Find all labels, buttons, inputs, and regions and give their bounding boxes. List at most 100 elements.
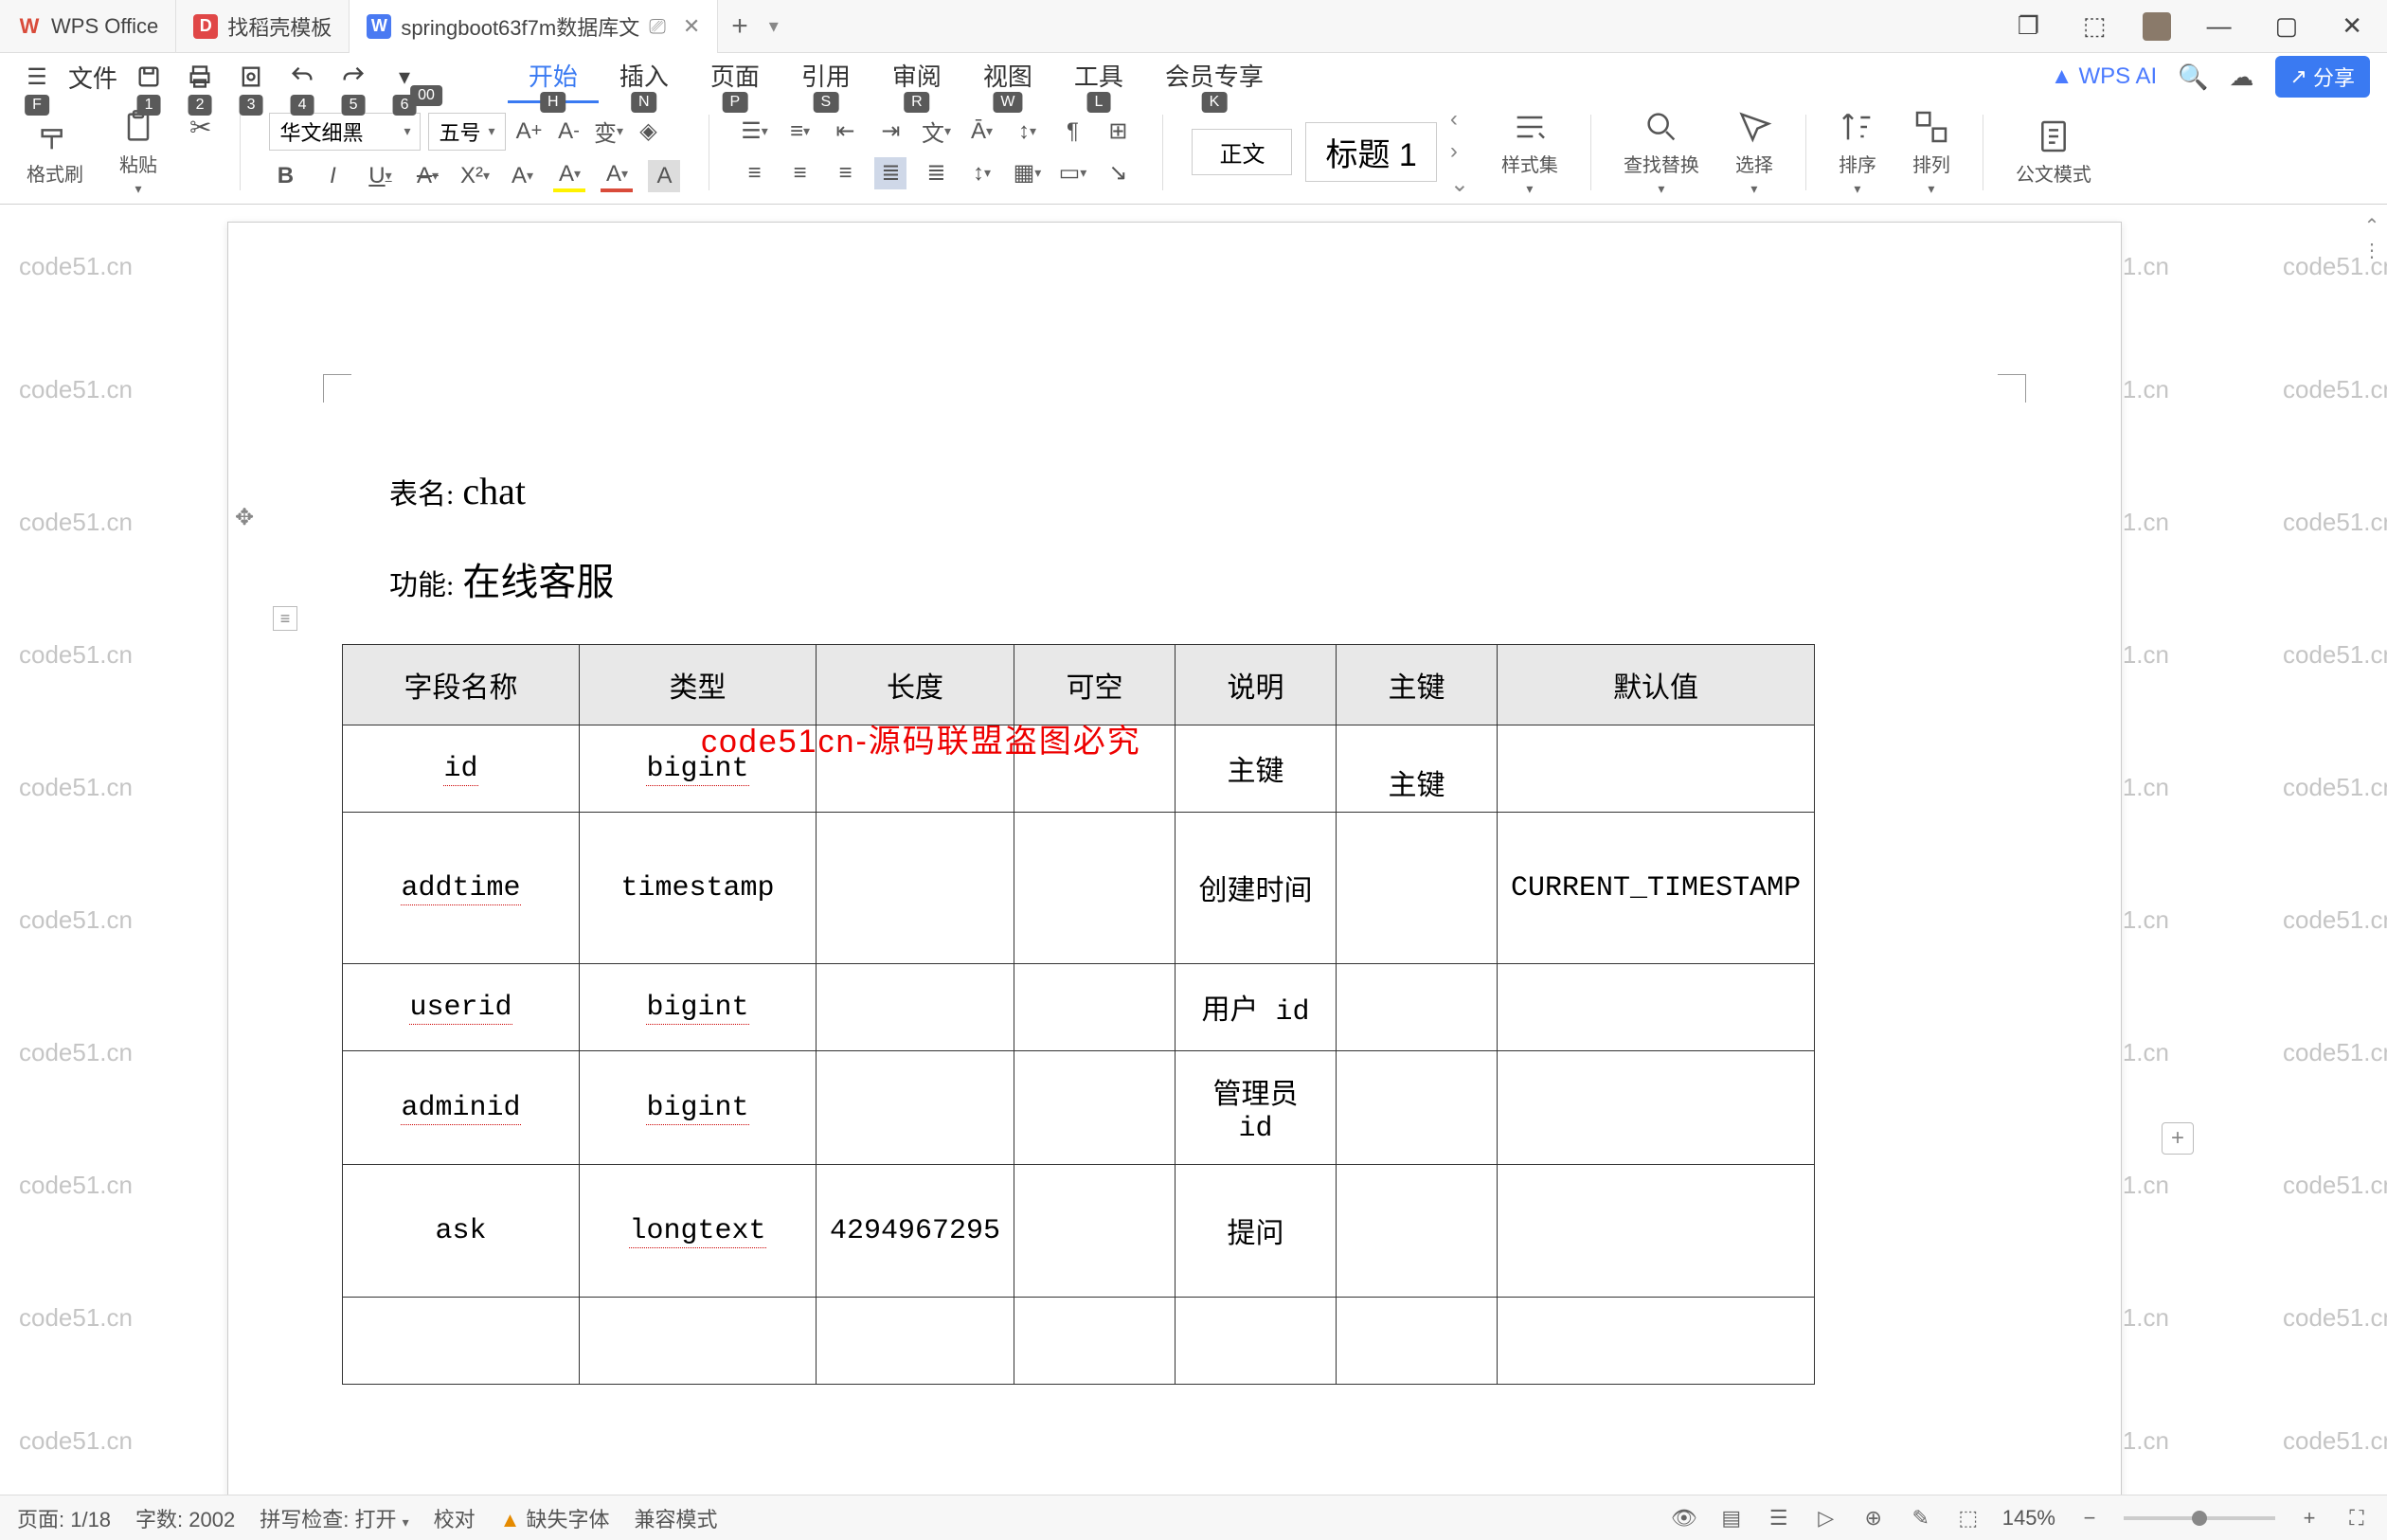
style-heading-1[interactable]: 标题 1	[1305, 122, 1436, 182]
redo-icon[interactable]: 5	[333, 57, 373, 97]
style-set-button[interactable]: 样式集▾	[1498, 104, 1562, 201]
office-mode-button[interactable]: 公文模式	[2012, 114, 2095, 190]
text-effects-icon[interactable]: A▾	[506, 160, 538, 192]
cut-icon[interactable]: ✂	[189, 112, 211, 143]
table-row[interactable]: userid bigint 用户 id	[343, 964, 1815, 1051]
tab-docer-template[interactable]: D 找稻壳模板	[176, 0, 350, 53]
borders-icon[interactable]: ▭▾	[1056, 157, 1088, 189]
sb-missing-font[interactable]: ▲ 缺失字体	[500, 1503, 610, 1533]
font-size-select[interactable]: 五号▾	[428, 113, 505, 151]
cloud-sync-icon[interactable]: ☁	[2230, 63, 2254, 92]
style-nav-up-icon[interactable]: ‹	[1450, 106, 1469, 133]
hamburger-menu-icon[interactable]: ☰F	[17, 57, 57, 97]
file-menu[interactable]: 文件	[68, 60, 117, 95]
increase-indent-icon[interactable]: ⇥	[874, 116, 906, 148]
tab-page[interactable]: 页面P	[690, 50, 781, 103]
side-more-icon[interactable]: ⋮	[2360, 239, 2383, 261]
function-line[interactable]: 功能: 在线客服	[389, 551, 2007, 606]
align-left-icon[interactable]: ≡	[738, 157, 770, 189]
zoom-slider[interactable]	[2124, 1516, 2275, 1520]
eye-icon[interactable]: 👁	[1671, 1505, 1697, 1531]
minimize-icon[interactable]: —	[2199, 8, 2239, 45]
sb-page-count[interactable]: 页面: 1/18	[17, 1503, 111, 1533]
phonetic-guide-icon[interactable]: 变▾	[593, 116, 625, 148]
close-window-icon[interactable]: ✕	[2334, 8, 2370, 45]
add-row-handle-icon[interactable]: +	[2162, 1122, 2194, 1155]
zoom-out-icon[interactable]: −	[2076, 1505, 2103, 1531]
tab-stops-icon[interactable]: ⊞	[1102, 116, 1134, 148]
tab-insert[interactable]: 插入N	[599, 50, 690, 103]
select-button[interactable]: 选择▾	[1732, 104, 1777, 201]
style-nav-down-icon[interactable]: ›	[1450, 138, 1469, 165]
tab-tools[interactable]: 工具L	[1053, 50, 1144, 103]
table-name-line[interactable]: 表名: chat	[389, 469, 2007, 513]
highlight-icon[interactable]: A▾	[553, 160, 585, 192]
align-distribute-icon[interactable]: ≣	[920, 157, 952, 189]
sort-button[interactable]: 排序▾	[1835, 104, 1880, 201]
shrink-font-icon[interactable]: A-	[553, 116, 585, 148]
font-color-icon[interactable]: A▾	[601, 160, 633, 192]
bullet-list-icon[interactable]: ☰▾	[738, 116, 770, 148]
text-direction-icon[interactable]: 文▾	[920, 116, 952, 148]
tab-home[interactable]: 开始H	[508, 50, 599, 103]
paragraph-dialog-icon[interactable]: ↘	[1102, 157, 1134, 189]
document-area[interactable]: code51.cncode51.cncode51.cncode51.cncode…	[0, 205, 2387, 1495]
bold-icon[interactable]: B	[269, 160, 301, 192]
wps-ai-button[interactable]: ▲WPS AI	[2051, 63, 2157, 90]
tab-menu-caret[interactable]: ▾	[762, 14, 786, 38]
paste-button[interactable]: 粘贴▾	[116, 104, 161, 201]
table-row[interactable]: adminid bigint 管理员 id	[343, 1051, 1815, 1165]
zoom-in-icon[interactable]: +	[2296, 1505, 2323, 1531]
strikethrough-icon[interactable]: A▾	[411, 160, 443, 192]
reading-icon[interactable]: ▷	[1813, 1505, 1840, 1531]
align-center-icon[interactable]: ≡	[783, 157, 816, 189]
tab-wps-office[interactable]: W WPS Office	[0, 0, 176, 53]
page-width-icon[interactable]: ⬚	[1955, 1505, 1982, 1531]
tab-document-active[interactable]: W springboot63f7m数据库文 ⎚ ✕	[350, 0, 718, 53]
paragraph-handle-icon[interactable]: ≡	[273, 606, 297, 631]
outline-icon[interactable]: ☰	[1766, 1505, 1792, 1531]
sb-proofread[interactable]: 校对	[434, 1503, 476, 1533]
clear-format-icon[interactable]: ◈	[633, 116, 665, 148]
tab-view[interactable]: 视图W	[962, 50, 1053, 103]
superscript-icon[interactable]: X²▾	[458, 160, 491, 192]
style-nav-more-icon[interactable]: ⌄	[1450, 170, 1469, 198]
cube-icon[interactable]: ⬚	[2075, 8, 2114, 45]
table-row[interactable]	[343, 1298, 1815, 1385]
line-spacing-2-icon[interactable]: ↕▾	[965, 157, 997, 189]
decrease-indent-icon[interactable]: ⇤	[829, 116, 861, 148]
fullscreen-icon[interactable]: ⛶	[2343, 1505, 2370, 1531]
collapse-side-icon[interactable]: ⌃	[2360, 214, 2383, 237]
zoom-level[interactable]: 145%	[2002, 1506, 2055, 1531]
edit-icon[interactable]: ✎	[1908, 1505, 1934, 1531]
sb-word-count[interactable]: 字数: 2002	[135, 1503, 235, 1533]
tab-review[interactable]: 审阅R	[871, 50, 962, 103]
align-right-icon[interactable]: ≡	[829, 157, 861, 189]
table-row[interactable]: ask longtext 4294967295 提问	[343, 1165, 1815, 1298]
number-list-icon[interactable]: ≡▾	[783, 116, 816, 148]
format-brush-button[interactable]: 格式刷	[23, 114, 87, 190]
maximize-icon[interactable]: ▢	[2268, 8, 2306, 45]
clone-window-icon[interactable]: ❐	[2010, 8, 2047, 45]
sb-spell-check[interactable]: 拼写检查: 打开 ▾	[260, 1503, 408, 1533]
web-layout-icon[interactable]: ⊕	[1860, 1505, 1887, 1531]
new-tab-button[interactable]: +	[718, 10, 762, 43]
tab-references[interactable]: 引用S	[781, 50, 871, 103]
search-icon[interactable]: 🔍	[2178, 63, 2208, 92]
underline-icon[interactable]: U▾	[364, 160, 396, 192]
align-justify-icon[interactable]: ≣	[874, 157, 906, 189]
line-spacing-icon[interactable]: ↕▾	[1011, 116, 1043, 148]
char-scale-icon[interactable]: Ā▾	[965, 116, 997, 148]
share-button[interactable]: ↗ 分享	[2275, 56, 2370, 98]
find-replace-button[interactable]: 查找替换▾	[1620, 104, 1703, 201]
style-body[interactable]: 正文	[1192, 129, 1292, 175]
show-marks-icon[interactable]: ¶	[1056, 116, 1088, 148]
character-shading-icon[interactable]: A	[648, 160, 680, 192]
italic-icon[interactable]: I	[316, 160, 349, 192]
print-icon[interactable]: 2	[180, 57, 220, 97]
sb-compat-mode[interactable]: 兼容模式	[635, 1503, 718, 1533]
align-arrange-button[interactable]: 排列▾	[1909, 104, 1954, 201]
undo-icon[interactable]: 4	[282, 57, 322, 97]
shading-icon[interactable]: ▦▾	[1011, 157, 1043, 189]
table-move-handle-icon[interactable]: ✥	[235, 504, 254, 523]
